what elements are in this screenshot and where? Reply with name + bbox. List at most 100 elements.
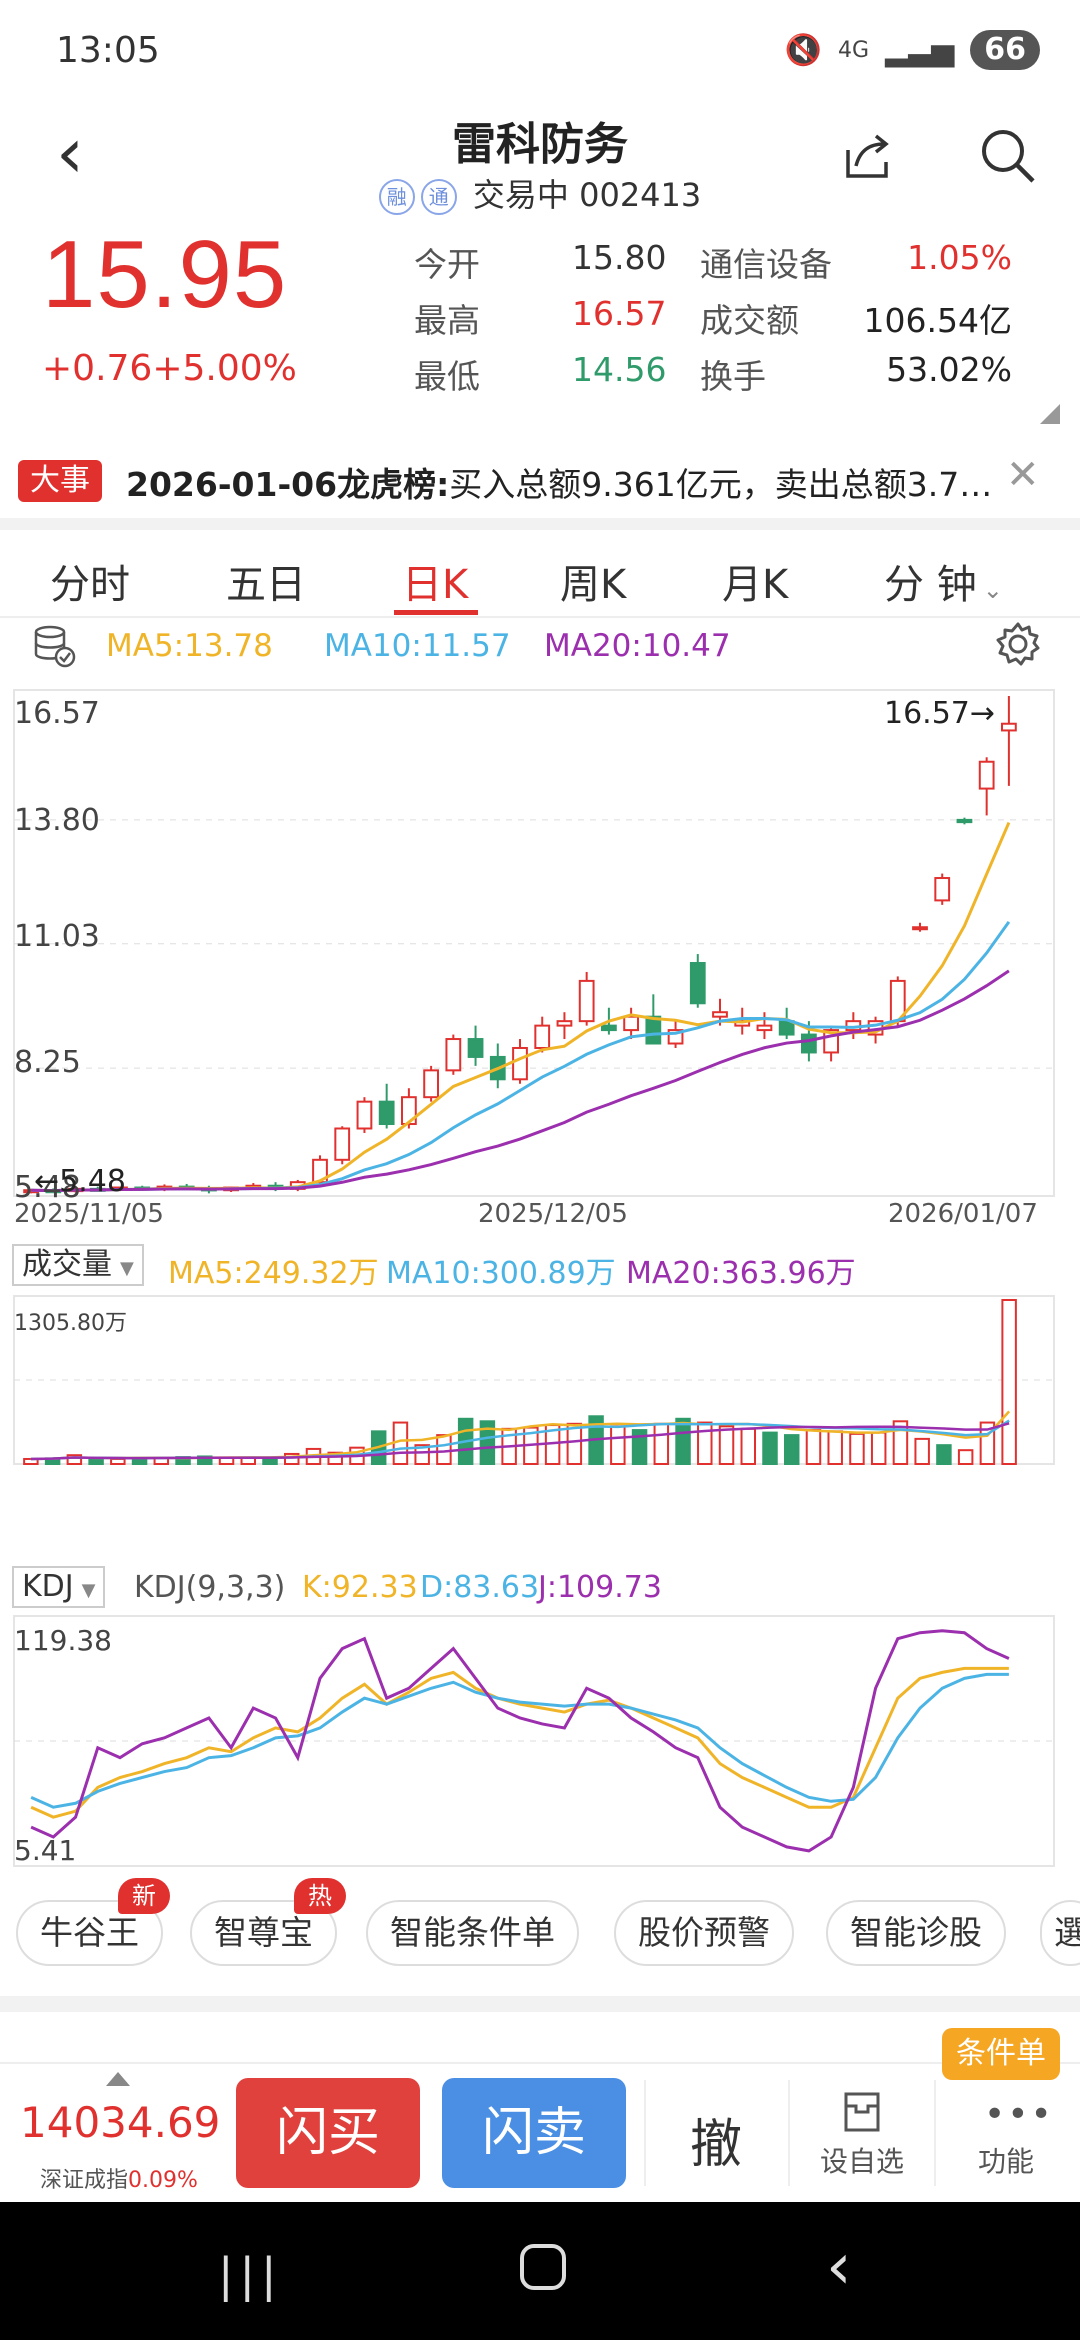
volume-indicator-select[interactable]: 成交量 ▼ — [12, 1244, 144, 1286]
share-icon[interactable] — [840, 128, 896, 184]
caret-up-icon — [106, 2072, 130, 2086]
more-icon[interactable]: ••• — [984, 2094, 1054, 2135]
gear-icon[interactable] — [994, 620, 1042, 668]
new-badge: 新 — [118, 1878, 170, 1914]
tab-intraday[interactable]: 分时 — [50, 552, 130, 610]
y-tick-3: 11.03 — [14, 919, 100, 954]
kdj-params: KDJ(9,3,3) — [134, 1570, 286, 1605]
candle-body — [578, 979, 595, 1023]
kline-frame — [13, 689, 1055, 1197]
tool-price-alert[interactable]: 股价预警 — [614, 1900, 794, 1966]
candle-body — [467, 1038, 484, 1058]
stock-title: 雷科防务 — [452, 119, 628, 170]
flash-sell-button[interactable]: 闪卖 — [442, 2078, 626, 2188]
recent-apps-icon[interactable]: ||| — [218, 2248, 283, 2302]
y-tick-max: 16.57 — [14, 696, 100, 731]
volume-bar — [957, 1449, 974, 1465]
stock-code: 002413 — [579, 176, 702, 214]
expand-corner-icon[interactable] — [1040, 404, 1060, 424]
tab-daily-k[interactable]: 日K — [402, 552, 468, 610]
conditional-order-badge[interactable]: 条件单 — [942, 2028, 1060, 2080]
trading-status: 交易中 — [472, 176, 569, 214]
mute-icon: 🔇 — [784, 32, 822, 68]
max-marker-label: 16.57→ — [884, 696, 995, 731]
volume-bar — [784, 1434, 800, 1465]
candle-body — [778, 1020, 795, 1036]
index-value[interactable]: 14034.69 — [20, 2098, 220, 2147]
candle-body — [689, 962, 706, 1005]
add-watchlist-label[interactable]: 设自选 — [820, 2140, 904, 2180]
volume-bar — [566, 1422, 583, 1465]
candle-body — [801, 1033, 817, 1054]
y-tick-2: 13.80 — [14, 803, 100, 838]
add-watchlist-icon[interactable] — [842, 2090, 882, 2134]
candle-body — [445, 1038, 462, 1072]
more-label[interactable]: 功能 — [978, 2140, 1034, 2180]
x-tick-mid: 2025/12/05 — [478, 1199, 628, 1229]
volume-bar — [697, 1421, 713, 1465]
candle-body — [912, 926, 928, 931]
open-label: 今开 — [414, 245, 480, 284]
cancel-order-button[interactable]: 撤 — [690, 2102, 742, 2177]
candle-body — [623, 1015, 640, 1032]
candle-body — [534, 1024, 551, 1049]
network-type-icon: 4G — [837, 37, 870, 63]
tab-monthly-k[interactable]: 月K — [722, 552, 788, 610]
news-headline[interactable]: 2026-01-06龙虎榜:买入总额9.361亿元，卖出总额3.783亿元 — [126, 458, 1006, 506]
volume-bar — [762, 1431, 778, 1465]
candle-body — [334, 1127, 351, 1161]
active-tab-indicator — [394, 610, 478, 615]
tool-conditional-order[interactable]: 智能条件单 — [366, 1900, 579, 1966]
database-icon[interactable] — [32, 624, 76, 668]
volume-bar — [653, 1422, 670, 1465]
candle-body — [556, 1020, 573, 1027]
sector-label[interactable]: 通信设备 — [700, 238, 832, 286]
toolbar-divider — [644, 2080, 646, 2186]
sector-pct: 1.05% — [907, 238, 1012, 277]
volume-bar — [805, 1429, 822, 1466]
min-marker-label: ←5.48 — [34, 1164, 126, 1199]
volume-bar — [1001, 1299, 1017, 1465]
chevron-down-icon: ⌄ — [982, 576, 1003, 604]
tool-more[interactable]: 選 — [1040, 1900, 1080, 1966]
open-value: 15.80 — [572, 238, 667, 277]
candle-body — [756, 1024, 773, 1032]
volume-bar — [740, 1427, 756, 1465]
status-icons: 🔇 4G ▂▃▅ 66 — [785, 30, 1040, 70]
high-value: 16.57 — [572, 294, 667, 333]
search-icon[interactable] — [978, 126, 1038, 186]
kdj-max-label: 119.38 — [14, 1624, 112, 1657]
home-icon[interactable] — [520, 2244, 566, 2290]
candle-body — [956, 818, 973, 824]
tab-minute[interactable]: 分 钟 ⌄ — [884, 552, 1003, 610]
high-label: 最高 — [414, 301, 480, 340]
signal-icon: ▂▃▅ — [885, 32, 955, 68]
amount-label: 成交额 — [700, 301, 799, 340]
stock-subtitle: 融通 交易中 002413 — [0, 170, 1080, 216]
ma5-value: MA5:13.78 — [106, 628, 273, 664]
kdj-indicator-select[interactable]: KDJ ▼ — [12, 1566, 106, 1608]
flash-buy-button[interactable]: 闪买 — [236, 2078, 420, 2188]
volume-ma5: MA5:249.32万 — [168, 1256, 379, 1291]
system-back-icon[interactable]: ‹ — [826, 2230, 852, 2304]
toolbar-divider-3 — [934, 2080, 936, 2186]
x-tick-end: 2026/01/07 — [888, 1199, 1038, 1229]
amount-value: 106.54亿 — [863, 301, 1012, 340]
tab-five-day[interactable]: 五日 — [226, 552, 306, 610]
low-value: 14.56 — [572, 350, 667, 389]
connect-tag[interactable]: 通 — [420, 179, 457, 215]
close-icon[interactable]: ✕ — [1006, 452, 1040, 498]
section-divider-2 — [0, 1996, 1080, 2012]
margin-tag[interactable]: 融 — [378, 179, 415, 215]
y-tick-4: 8.25 — [14, 1045, 81, 1080]
turnover-value: 53.02% — [886, 350, 1012, 389]
volume-bar — [88, 1457, 104, 1466]
tool-diagnosis[interactable]: 智能诊股 — [826, 1900, 1006, 1966]
volume-ma10: MA10:300.89万 — [386, 1256, 616, 1291]
section-divider — [0, 518, 1080, 530]
volume-bar — [936, 1444, 952, 1465]
tab-weekly-k[interactable]: 周K — [560, 552, 626, 610]
candle-body — [356, 1100, 373, 1130]
tab-divider — [0, 616, 1080, 618]
candle-body — [934, 877, 951, 902]
